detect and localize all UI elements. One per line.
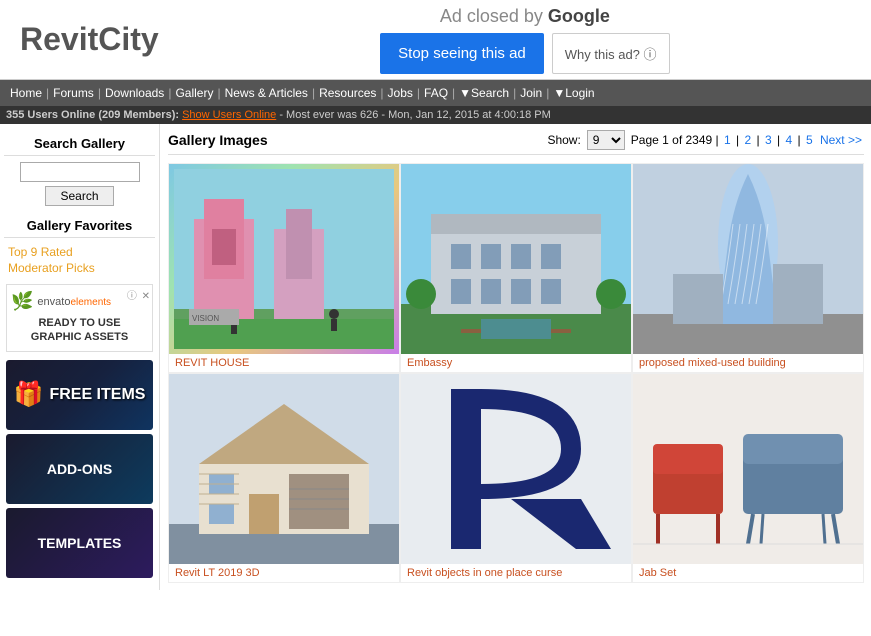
page-4-link[interactable]: 4 — [785, 133, 792, 147]
gallery-item-link[interactable]: Embassy — [407, 357, 452, 369]
envato-ad: ⓘ ✕ 🌿 envatoelements READY TO USEGRAPHIC… — [6, 284, 153, 352]
gallery-image[interactable] — [169, 374, 399, 564]
search-button[interactable]: Search — [45, 186, 113, 206]
gallery-item-link[interactable]: REVIT HOUSE — [175, 357, 249, 369]
embassy-image — [401, 164, 631, 354]
gallery-grid: VISION REVIT HOUSE — [168, 163, 864, 583]
nav-jobs[interactable]: Jobs — [384, 84, 417, 102]
pagination: Page 1 of 2349 | 1 | 2 | 3 | 4 | 5 Next … — [631, 133, 864, 147]
search-gallery-title: Search Gallery — [4, 132, 155, 156]
gallery-image[interactable] — [633, 164, 863, 354]
gallery-caption: Revit objects in one place curse — [401, 564, 631, 582]
gallery-item: Embassy — [400, 163, 632, 373]
envato-tagline: READY TO USEGRAPHIC ASSETS — [11, 316, 148, 345]
page-5-link[interactable]: 5 — [806, 133, 813, 147]
main-nav: Home | Forums | Downloads | Gallery | Ne… — [0, 80, 871, 106]
free-items-banner[interactable]: 🎁 FREE ITEMS — [6, 360, 153, 430]
google-label: Google — [548, 6, 610, 26]
ad-area: Ad closed by Google Stop seeing this ad … — [179, 6, 871, 74]
moderator-picks-link[interactable]: Moderator Picks — [4, 260, 155, 276]
free-items-label: FREE ITEMS — [49, 386, 145, 404]
free-items-icon: 🎁 — [14, 380, 44, 409]
svg-text:VISION: VISION — [192, 314, 219, 323]
gallery-caption: Jab Set — [633, 564, 863, 582]
gallery-item-link[interactable]: Jab Set — [639, 567, 676, 579]
ad-close-icon[interactable]: ✕ — [142, 291, 150, 302]
nav-resources[interactable]: Resources — [315, 84, 380, 102]
envato-leaf-icon: 🌿 — [11, 291, 33, 312]
jab-set-image — [633, 374, 863, 564]
ad-closed-text: Ad closed by Google — [440, 6, 610, 27]
show-label: Show: — [547, 133, 580, 147]
gallery-header: Gallery Images Show: 9 18 36 Page 1 of 2… — [168, 130, 864, 155]
why-ad-button[interactable]: Why this ad? ⓘ — [552, 33, 670, 74]
gallery-favorites-title: Gallery Favorites — [4, 214, 155, 238]
gallery-image[interactable]: VISION — [169, 164, 399, 354]
nav-gallery[interactable]: Gallery — [171, 84, 217, 102]
gallery-item: proposed mixed-used building — [632, 163, 864, 373]
gallery-caption: REVIT HOUSE — [169, 354, 399, 372]
gallery-caption: proposed mixed-used building — [633, 354, 863, 372]
revit-house-image: VISION — [174, 169, 394, 349]
gallery-item: Revit objects in one place curse — [400, 373, 632, 583]
add-ons-label: ADD-ONS — [47, 461, 112, 477]
logo-text: RevitCity — [20, 21, 159, 57]
ad-buttons: Stop seeing this ad Why this ad? ⓘ — [380, 33, 669, 74]
ad-info-icon[interactable]: ⓘ — [127, 291, 137, 302]
nav-login[interactable]: ▼Login — [549, 84, 598, 102]
show-select[interactable]: 9 18 36 — [587, 130, 625, 150]
page-2-link[interactable]: 2 — [744, 133, 751, 147]
gallery-item-link[interactable]: Revit objects in one place curse — [407, 567, 562, 579]
page-1-link[interactable]: 1 — [724, 133, 731, 147]
templates-banner[interactable]: TEMPLATES — [6, 508, 153, 578]
nav-faq[interactable]: FAQ — [420, 84, 452, 102]
ad-closed-label: Ad closed by — [440, 6, 543, 26]
nav-forums[interactable]: Forums — [49, 84, 98, 102]
mixed-building-image — [633, 164, 863, 354]
gallery-area: Gallery Images Show: 9 18 36 Page 1 of 2… — [160, 124, 871, 590]
gallery-image[interactable] — [401, 164, 631, 354]
nav-downloads[interactable]: Downloads — [101, 84, 168, 102]
gallery-item-link[interactable]: proposed mixed-used building — [639, 357, 786, 369]
gallery-controls: Show: 9 18 36 Page 1 of 2349 | 1 | 2 | 3… — [547, 130, 864, 150]
top-9-rated-link[interactable]: Top 9 Rated — [4, 244, 155, 260]
templates-label: TEMPLATES — [38, 535, 122, 551]
add-ons-banner[interactable]: ADD-ONS — [6, 434, 153, 504]
revit-lt-image — [169, 374, 399, 564]
gallery-image[interactable] — [633, 374, 863, 564]
main-content: Search Gallery Search Gallery Favorites … — [0, 124, 871, 590]
sidebar: Search Gallery Search Gallery Favorites … — [0, 124, 160, 590]
nav-join[interactable]: Join — [516, 84, 546, 102]
envato-name: envatoelements — [37, 296, 111, 308]
gallery-item: VISION REVIT HOUSE — [168, 163, 400, 373]
gallery-image[interactable] — [401, 374, 631, 564]
pagination-text: Page 1 of 2349 | — [631, 133, 722, 147]
nav-search[interactable]: ▼Search — [455, 84, 513, 102]
stop-ad-button[interactable]: Stop seeing this ad — [380, 33, 544, 74]
next-page-link[interactable]: Next >> — [820, 133, 862, 147]
gallery-caption: Revit LT 2019 3D — [169, 564, 399, 582]
site-logo[interactable]: RevitCity — [0, 21, 179, 58]
page-3-link[interactable]: 3 — [765, 133, 772, 147]
gallery-item: Revit LT 2019 3D — [168, 373, 400, 583]
ad-controls: ⓘ ✕ — [125, 287, 150, 302]
gallery-title: Gallery Images — [168, 132, 268, 148]
status-rest: - Most ever was 626 - Mon, Jan 12, 2015 … — [279, 109, 550, 121]
revit-objects-image — [401, 374, 631, 564]
gallery-caption: Embassy — [401, 354, 631, 372]
search-input[interactable] — [20, 162, 140, 182]
users-online-count: 355 Users Online (209 Members): — [6, 109, 179, 121]
show-users-link[interactable]: Show Users Online — [182, 109, 276, 121]
nav-home[interactable]: Home — [6, 84, 46, 102]
envato-elements: elements — [70, 297, 111, 308]
gallery-item-link[interactable]: Revit LT 2019 3D — [175, 567, 260, 579]
status-bar: 355 Users Online (209 Members): Show Use… — [0, 106, 871, 124]
nav-news[interactable]: News & Articles — [221, 84, 312, 102]
header: RevitCity Ad closed by Google Stop seein… — [0, 0, 871, 80]
gallery-item: Jab Set — [632, 373, 864, 583]
